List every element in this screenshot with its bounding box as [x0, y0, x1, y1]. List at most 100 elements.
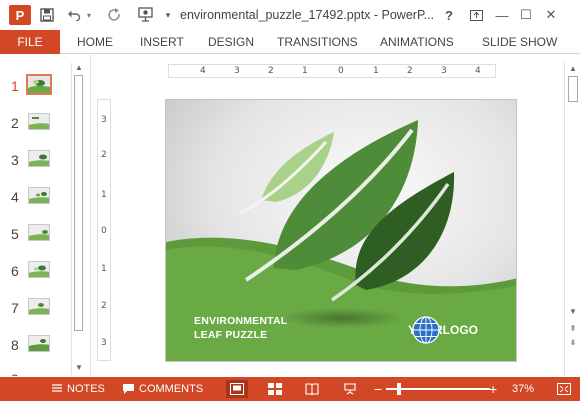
scrollbar-thumb[interactable] — [74, 75, 83, 331]
scroll-down-arrow-icon[interactable]: ▼ — [74, 363, 84, 373]
slide-thumbnail-image — [28, 261, 50, 278]
ruler-label: 2 — [268, 66, 274, 76]
scrollbar-thumb[interactable] — [568, 76, 578, 102]
fit-slide-button[interactable] — [553, 380, 575, 398]
slide-number: 2 — [11, 115, 19, 131]
slide-title-line-2: LEAF PUZZLE — [194, 329, 268, 341]
slide-thumbnail[interactable]: 2 — [0, 109, 70, 139]
slide-thumbnail[interactable]: 1 — [0, 72, 70, 102]
slide-thumbnail[interactable]: 6 — [0, 257, 70, 287]
slide-thumbnail-image — [28, 298, 50, 315]
comment-icon — [123, 384, 134, 394]
slide-thumbnail[interactable]: 4 — [0, 183, 70, 213]
powerpoint-logo-icon[interactable]: P — [9, 5, 31, 25]
undo-dropdown-icon[interactable]: ▾ — [84, 6, 94, 24]
reading-view-icon — [305, 383, 319, 395]
ruler-label: 4 — [200, 66, 206, 76]
logo-text-right: LOGO — [442, 323, 479, 337]
ruler-label: 0 — [101, 226, 107, 236]
next-slide-icon[interactable]: ⇟ — [568, 338, 578, 348]
panel-divider[interactable] — [90, 55, 91, 376]
scroll-down-arrow-icon[interactable]: ▼ — [568, 307, 578, 317]
slide-thumbnail[interactable]: 7 — [0, 294, 70, 324]
slide-number: 9 — [11, 371, 19, 376]
vertical-ruler: 3 2 1 0 1 2 3 — [97, 99, 111, 361]
slide-number: 8 — [11, 337, 19, 353]
tab-home[interactable]: HOME — [77, 30, 113, 54]
zoom-slider-track[interactable] — [386, 388, 490, 390]
slide-thumbnail-image — [26, 74, 52, 95]
fit-slide-icon — [557, 383, 571, 395]
slide-canvas[interactable]: ENVIRONMENTAL LEAF PUZZLE YOUR LOGO — [165, 99, 517, 362]
slide-number: 5 — [11, 226, 19, 242]
slide-title[interactable]: ENVIRONMENTAL LEAF PUZZLE — [194, 314, 287, 342]
ruler-label: 1 — [302, 66, 308, 76]
ruler-label: 4 — [475, 66, 481, 76]
ribbon-display-options-icon[interactable] — [467, 6, 485, 24]
slide-title-line-1: ENVIRONMENTAL — [194, 315, 288, 327]
slide-number: 1 — [11, 78, 19, 94]
customize-toolbar-icon[interactable]: ▾ — [162, 6, 174, 24]
slide-thumbnail[interactable]: 9 — [0, 367, 70, 376]
tab-transitions[interactable]: TRANSITIONS — [277, 30, 358, 54]
ruler-label: 3 — [234, 66, 240, 76]
zoom-level[interactable]: 37% — [512, 377, 534, 401]
horizontal-ruler: 4 3 2 1 0 1 2 3 4 — [168, 64, 496, 78]
undo-icon[interactable] — [66, 6, 82, 24]
tab-file[interactable]: FILE — [0, 30, 60, 54]
ruler-label: 1 — [373, 66, 379, 76]
your-logo-placeholder[interactable]: YOUR LOGO — [408, 316, 478, 344]
zoom-out-button[interactable]: − — [374, 377, 382, 401]
tab-design[interactable]: DESIGN — [208, 30, 254, 54]
slide-thumbnail-image — [28, 335, 50, 352]
comments-label: COMMENTS — [139, 383, 204, 395]
slide-number: 6 — [11, 263, 19, 279]
ruler-label: 3 — [441, 66, 447, 76]
previous-slide-icon[interactable]: ⇞ — [568, 324, 578, 334]
scroll-up-arrow-icon[interactable]: ▲ — [568, 64, 578, 74]
tab-animations[interactable]: ANIMATIONS — [380, 30, 454, 54]
notes-label: NOTES — [67, 383, 105, 395]
ribbon-tabs: FILE HOME INSERT DESIGN TRANSITIONS ANIM… — [0, 30, 580, 54]
slide-sorter-button[interactable] — [264, 380, 286, 398]
tab-insert[interactable]: INSERT — [140, 30, 184, 54]
tab-slide-show[interactable]: SLIDE SHOW — [482, 30, 557, 54]
reading-view-button[interactable] — [301, 380, 323, 398]
slide-number: 3 — [11, 152, 19, 168]
thumbnail-panel-scrollbar[interactable]: ▲ ▼ — [71, 63, 85, 375]
help-button[interactable]: ? — [440, 6, 458, 24]
slide-show-icon — [344, 383, 356, 395]
slide-thumbnail[interactable]: 8 — [0, 331, 70, 361]
scroll-up-arrow-icon[interactable]: ▲ — [74, 63, 84, 73]
notes-icon — [52, 384, 62, 392]
slide-thumbnail[interactable]: 5 — [0, 220, 70, 250]
notes-button[interactable]: NOTES — [51, 377, 105, 401]
document-title: environmental_puzzle_17492.pptx - PowerP… — [180, 8, 435, 22]
ruler-label: 2 — [101, 301, 107, 311]
title-bar: P ▾ ▾ environmental_puzzle_17492.pptx - … — [0, 0, 580, 30]
ruler-label: 3 — [101, 338, 107, 348]
ruler-label: 1 — [101, 264, 107, 274]
start-from-beginning-icon[interactable] — [136, 6, 156, 24]
zoom-slider-thumb[interactable] — [397, 383, 401, 395]
slide-sorter-icon — [268, 383, 282, 395]
close-button[interactable]: ✕ — [542, 6, 560, 24]
zoom-in-button[interactable]: + — [489, 377, 497, 401]
slide-thumbnail-image — [28, 150, 50, 167]
comments-button[interactable]: COMMENTS — [122, 377, 203, 401]
status-bar: NOTES COMMENTS − + 37% — [0, 377, 580, 401]
restore-button[interactable]: ☐ — [517, 6, 535, 24]
ruler-label: 2 — [407, 66, 413, 76]
slide-show-button[interactable] — [339, 380, 361, 398]
minimize-button[interactable]: — — [493, 6, 511, 24]
normal-view-button[interactable] — [226, 380, 248, 398]
ruler-label: 0 — [338, 66, 344, 76]
globe-icon — [412, 316, 440, 344]
redo-icon[interactable] — [106, 6, 124, 24]
slide-number: 7 — [11, 300, 19, 316]
slide-scrollbar[interactable]: ▲ ▼ ⇞ ⇟ — [564, 62, 580, 376]
ruler-label: 1 — [101, 190, 107, 200]
normal-view-icon — [230, 383, 244, 395]
slide-thumbnail[interactable]: 3 — [0, 146, 70, 176]
save-icon[interactable] — [38, 6, 56, 24]
